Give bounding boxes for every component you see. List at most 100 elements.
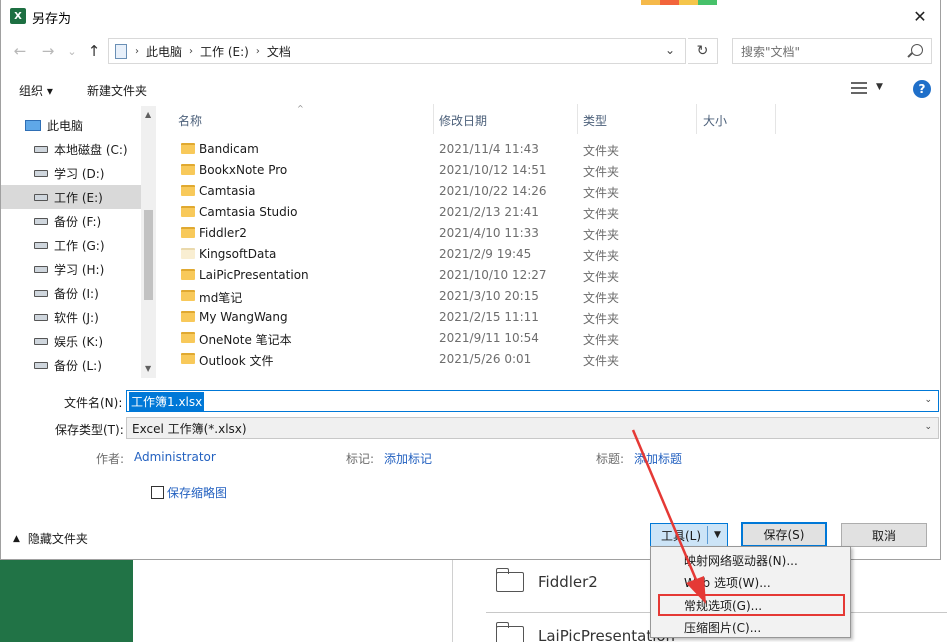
filename-label: 文件名(N): (64, 396, 123, 410)
chevron-down-icon[interactable]: ⌄ (665, 43, 675, 57)
file-row[interactable]: KingsoftData 2021/2/9 19:45 文件夹 (171, 244, 771, 265)
title-bar: X 另存为 ✕ (1, 0, 942, 32)
menu-item-compress-pictures[interactable]: 压缩图片(C)... (651, 616, 850, 638)
save-thumbnail-checkbox[interactable] (151, 486, 164, 499)
file-row[interactable]: md笔记 2021/3/10 20:15 文件夹 (171, 286, 771, 307)
tree-item[interactable]: 备份 (F:) (1, 209, 141, 233)
folder-icon (181, 290, 195, 301)
file-row[interactable]: OneNote 笔记本 2021/9/11 10:54 文件夹 (171, 328, 771, 349)
breadcrumb-drive-e[interactable]: 工作 (E:) (200, 43, 249, 60)
tags-field[interactable]: 添加标记 (384, 450, 432, 467)
file-name: KingsoftData (199, 247, 277, 261)
scrollbar-thumb[interactable] (144, 210, 153, 300)
breadcrumb-this-pc[interactable]: 此电脑 (146, 43, 182, 60)
tree-item[interactable]: 软件 (J:) (1, 305, 141, 329)
tree-item-label: 备份 (F:) (54, 214, 102, 229)
back-arrow-icon[interactable]: ← (9, 40, 31, 62)
tree-item-label: 备份 (I:) (54, 286, 99, 301)
author-field[interactable]: Administrator (134, 450, 216, 464)
chevron-down-icon[interactable]: ⌄ (924, 422, 932, 432)
file-row[interactable]: My WangWang 2021/2/15 11:11 文件夹 (171, 307, 771, 328)
search-input[interactable]: 搜索"文档" (732, 38, 932, 64)
tree-item[interactable]: 备份 (I:) (1, 281, 141, 305)
file-type: 文件夹 (583, 186, 620, 200)
folder-icon (181, 269, 195, 280)
column-header-name[interactable]: 名称 (178, 112, 202, 129)
file-type: 文件夹 (583, 354, 620, 368)
up-arrow-icon[interactable]: ↑ (83, 40, 105, 62)
file-row[interactable]: Camtasia Studio 2021/2/13 21:41 文件夹 (171, 202, 771, 223)
savetype-select[interactable]: Excel 工作簿(*.xlsx) ⌄ (126, 417, 939, 439)
menu-item-web-options[interactable]: Web 选项(W)... (651, 571, 850, 593)
savetype-label: 保存类型(T): (55, 423, 124, 437)
title-field[interactable]: 添加标题 (634, 450, 682, 467)
column-separator[interactable] (775, 104, 776, 134)
file-date: 2021/10/10 12:27 (439, 268, 547, 282)
folder-icon (181, 311, 195, 322)
tree-item[interactable]: 备份 (L:) (1, 353, 141, 377)
view-dropdown-icon[interactable]: ▼ (876, 82, 883, 92)
file-row[interactable]: Outlook 文件 2021/5/26 0:01 文件夹 (171, 349, 771, 370)
file-row[interactable]: BookxNote Pro 2021/10/12 14:51 文件夹 (171, 160, 771, 181)
column-separator[interactable] (577, 104, 578, 134)
tree-item[interactable]: 学习 (D:) (1, 161, 141, 185)
save-thumbnail-label[interactable]: 保存缩略图 (167, 484, 227, 501)
forward-arrow-icon[interactable]: → (37, 40, 59, 62)
tree-item[interactable]: 工作 (G:) (1, 233, 141, 257)
scroll-down-icon[interactable]: ▼ (145, 364, 151, 373)
column-header-modified[interactable]: 修改日期 (439, 112, 487, 129)
file-row[interactable]: LaiPicPresentation 2021/10/10 12:27 文件夹 (171, 265, 771, 286)
breadcrumb-documents[interactable]: 文档 (267, 43, 291, 60)
organize-button[interactable]: 组织 ▾ (19, 82, 53, 99)
drive-icon (34, 145, 48, 153)
background-list-item: LaiPicPresentation (496, 622, 675, 642)
tree-item-label: 此电脑 (47, 118, 84, 133)
view-options-icon[interactable] (851, 82, 867, 95)
file-date: 2021/4/10 11:33 (439, 226, 539, 240)
column-separator[interactable] (696, 104, 697, 134)
file-name: md笔记 (199, 291, 243, 305)
tree-item[interactable]: 娱乐 (K:) (1, 329, 141, 353)
menu-item-map-network-drive[interactable]: 映射网络驱动器(N)... (651, 549, 850, 571)
file-row[interactable]: Camtasia 2021/10/22 14:26 文件夹 (171, 181, 771, 202)
column-separator[interactable] (433, 104, 434, 134)
file-row[interactable]: Bandicam 2021/11/4 11:43 文件夹 (171, 139, 771, 160)
folder-icon (181, 248, 195, 259)
file-name: My WangWang (199, 310, 288, 324)
help-icon[interactable]: ? (913, 80, 931, 98)
save-button[interactable]: 保存(S) (741, 522, 827, 547)
hide-folders-button[interactable]: ▲ 隐藏文件夹 (13, 530, 88, 547)
tree-item[interactable]: 此电脑 (1, 113, 141, 137)
column-header-type[interactable]: 类型 (583, 112, 607, 129)
column-header-size[interactable]: 大小 (703, 112, 727, 129)
annotation-highlight-box (658, 594, 845, 616)
refresh-icon[interactable]: ↻ (688, 38, 718, 64)
folder-icon (181, 143, 195, 154)
tree-item[interactable]: 本地磁盘 (C:) (1, 137, 141, 161)
file-row[interactable]: Fiddler2 2021/4/10 11:33 文件夹 (171, 223, 771, 244)
file-name: BookxNote Pro (199, 163, 288, 177)
scroll-up-icon[interactable]: ▲ (145, 110, 151, 119)
chevron-right-icon: › (135, 45, 139, 57)
file-type: 文件夹 (583, 165, 620, 179)
file-name: Camtasia (199, 184, 256, 198)
file-type: 文件夹 (583, 228, 620, 242)
search-icon[interactable] (911, 44, 923, 56)
cancel-button[interactable]: 取消 (841, 523, 927, 547)
folder-icon (181, 353, 195, 364)
close-icon[interactable]: ✕ (898, 0, 942, 32)
chevron-down-icon[interactable]: ⌄ (924, 395, 932, 405)
folder-icon (181, 164, 195, 175)
file-name: OneNote 笔记本 (199, 333, 292, 347)
address-bar[interactable]: › 此电脑 › 工作 (E:) › 文档 ⌄ (108, 38, 686, 64)
recent-locations-icon[interactable]: ⌄ (61, 40, 83, 62)
file-name: Bandicam (199, 142, 259, 156)
tree-item[interactable]: 工作 (E:) (1, 185, 141, 209)
tools-dropdown-icon[interactable]: ▼ (714, 530, 721, 540)
filename-input[interactable]: 工作簿1.xlsx ⌄ (126, 390, 939, 412)
tree-item[interactable]: 学习 (H:) (1, 257, 141, 281)
tools-split-divider (707, 526, 708, 544)
file-type: 文件夹 (583, 249, 620, 263)
new-folder-button[interactable]: 新建文件夹 (87, 82, 147, 99)
folder-outline-icon (496, 568, 524, 592)
